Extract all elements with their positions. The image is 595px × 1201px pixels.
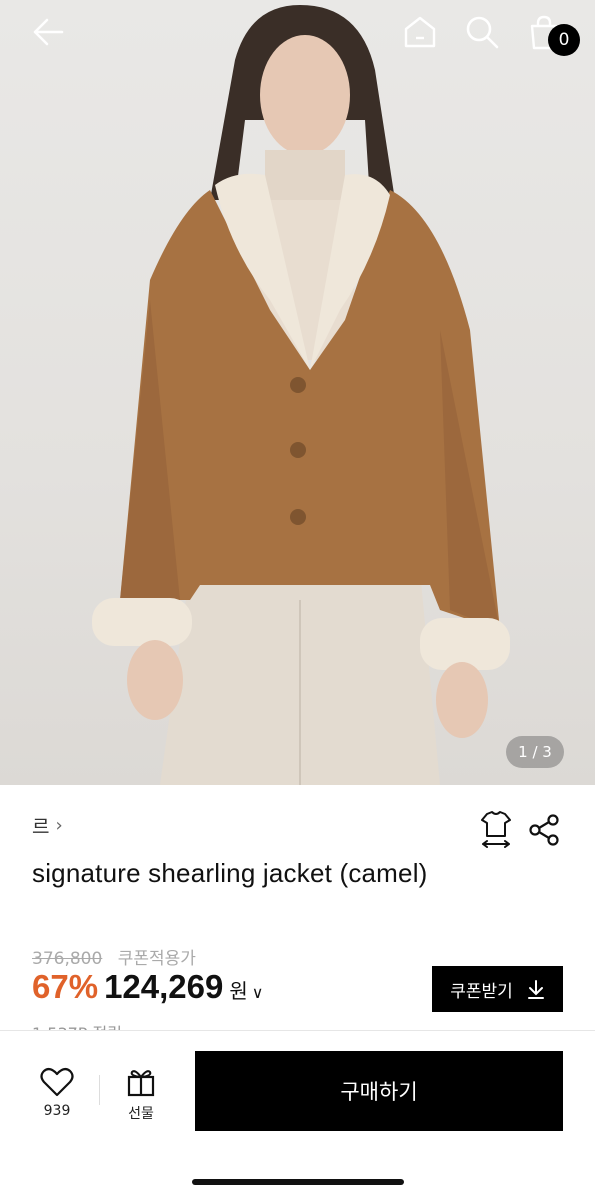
home-button[interactable] — [400, 12, 440, 52]
coupon-button-label: 쿠폰받기 — [450, 981, 513, 1002]
original-price-row: 376,800 쿠폰적용가 — [32, 944, 196, 969]
original-price: 376,800 — [32, 949, 103, 969]
like-button[interactable]: 939 — [34, 1067, 80, 1119]
size-guide-icon[interactable] — [478, 810, 514, 850]
brand-name: 르 — [32, 816, 50, 838]
back-button[interactable] — [28, 12, 68, 52]
product-title: signature shearling jacket (camel) — [32, 858, 428, 888]
arrow-left-icon — [33, 18, 64, 46]
chevron-right-icon: › — [55, 815, 63, 836]
buy-button[interactable]: 구매하기 — [195, 1051, 563, 1131]
search-icon — [466, 16, 499, 49]
product-photo — [92, 5, 510, 785]
gift-label: 선물 — [128, 1106, 154, 1122]
gift-button[interactable]: 선물 — [118, 1067, 164, 1123]
discount-rate: 67% — [32, 968, 99, 1005]
chevron-down-icon: ∨ — [251, 985, 264, 1002]
currency-label: 원 — [229, 981, 248, 1003]
coupon-price-note: 쿠폰적용가 — [117, 949, 196, 969]
price-row[interactable]: 67% 124,269 원 ∨ — [32, 968, 263, 1006]
sale-price: 124,269 — [104, 968, 224, 1005]
get-coupon-button[interactable]: 쿠폰받기 — [432, 966, 563, 1012]
home-indicator — [192, 1179, 404, 1185]
search-button[interactable] — [462, 12, 502, 52]
share-icon[interactable] — [526, 812, 562, 848]
like-count: 939 — [43, 1103, 71, 1119]
download-icon — [527, 980, 544, 999]
divider — [99, 1075, 100, 1105]
image-pager: 1 / 3 — [506, 736, 564, 768]
product-image[interactable]: 0 1 / 3 — [0, 0, 595, 785]
brand-link[interactable]: 르 › — [32, 812, 63, 839]
bottom-action-bar: 939 선물 구매하기 — [0, 1030, 595, 1201]
home-icon — [404, 16, 436, 48]
heart-icon — [40, 1067, 74, 1097]
gift-icon — [127, 1070, 155, 1097]
cart-count-badge: 0 — [548, 24, 580, 56]
